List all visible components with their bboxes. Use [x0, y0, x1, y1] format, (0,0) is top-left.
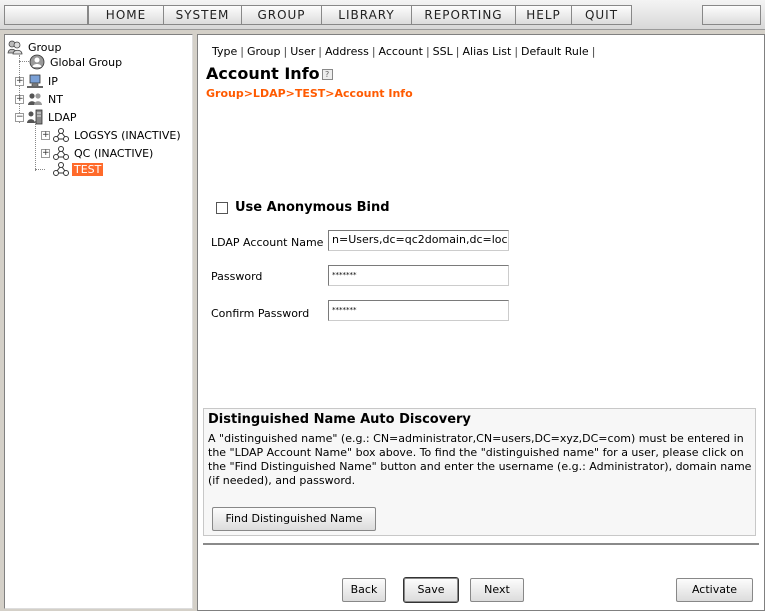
- account-name-label: LDAP Account Name: [211, 236, 324, 249]
- tree-label-logsys: LOGSYS (INACTIVE): [74, 128, 181, 142]
- ldap-node-icon: [53, 128, 69, 142]
- ldap-node-icon: [53, 146, 69, 160]
- tree-label-nt: NT: [48, 92, 63, 106]
- tree-node-group[interactable]: Group: [7, 39, 64, 55]
- tree-label-test: TEST: [72, 162, 104, 176]
- users-group-icon: [7, 40, 23, 55]
- tab-group[interactable]: Group: [245, 45, 283, 58]
- tab-address[interactable]: Address: [323, 45, 371, 58]
- dn-discovery-title: Distinguished Name Auto Discovery: [208, 412, 471, 427]
- tree-node-ldap[interactable]: LDAP: [27, 109, 79, 125]
- tree-connector: [35, 169, 45, 170]
- tree-label-qc: QC (INACTIVE): [74, 146, 154, 160]
- tree-node-qc[interactable]: QC (INACTIVE): [53, 145, 155, 161]
- tree-node-logsys[interactable]: LOGSYS (INACTIVE): [53, 127, 183, 143]
- menu-library[interactable]: LIBRARY: [322, 5, 412, 25]
- tab-default-rule[interactable]: Default Rule: [519, 45, 591, 58]
- tree-node-nt[interactable]: NT: [27, 91, 65, 107]
- expand-toggle-ip[interactable]: +: [15, 77, 24, 86]
- expand-toggle-nt[interactable]: +: [15, 95, 24, 104]
- menu-spacer-right: [702, 5, 761, 25]
- confirm-password-label: Confirm Password: [211, 307, 310, 320]
- menu-home[interactable]: HOME: [88, 5, 164, 25]
- dn-discovery-panel: Distinguished Name Auto Discovery A "dis…: [203, 408, 756, 536]
- anonymous-bind-checkbox[interactable]: [216, 201, 228, 214]
- tree-node-global-group[interactable]: Global Group: [29, 54, 124, 70]
- tab-strip: Type | Group | User | Address | Account | SSL | Alia…: [210, 45, 596, 58]
- tab-separator: |: [371, 45, 376, 58]
- anonymous-bind-label: Use Anonymous Bind: [235, 200, 390, 215]
- tree-label-global-group: Global Group: [50, 55, 123, 69]
- expand-toggle-qc[interactable]: +: [41, 149, 50, 158]
- find-distinguished-name-button[interactable]: Find Distinguished Name: [212, 507, 376, 531]
- menu-spacer-left: [4, 5, 88, 25]
- page-title: Account Info?: [206, 64, 333, 83]
- main-menu: HOME SYSTEM GROUP LIBRARY REPORTING HELP…: [88, 5, 632, 25]
- tab-ssl[interactable]: SSL: [431, 45, 455, 58]
- confirm-password-input[interactable]: *******: [328, 300, 509, 321]
- breadcrumb: Group>LDAP>TEST>Account Info: [206, 87, 413, 100]
- tab-user[interactable]: User: [288, 45, 317, 58]
- main-panel: Type | Group | User | Address | Account | SSL | Alia…: [197, 34, 765, 611]
- activate-button[interactable]: Activate: [676, 578, 753, 602]
- tab-alias-list[interactable]: Alias List: [460, 45, 513, 58]
- top-menu-bar: HOME SYSTEM GROUP LIBRARY REPORTING HELP…: [0, 0, 765, 30]
- menu-system[interactable]: SYSTEM: [164, 5, 242, 25]
- page-title-text: Account Info: [206, 64, 320, 83]
- tree-node-ip[interactable]: IP: [27, 73, 60, 89]
- menu-reporting[interactable]: REPORTING: [412, 5, 516, 25]
- save-button[interactable]: Save: [403, 577, 459, 603]
- ldap-account-name-input[interactable]: n=Users,dc=qc2domain,dc=local: [328, 230, 509, 251]
- tree-label-ldap: LDAP: [48, 110, 77, 124]
- tab-type[interactable]: Type: [210, 45, 239, 58]
- collapse-toggle-ldap[interactable]: −: [15, 113, 24, 122]
- global-group-icon: [29, 54, 45, 70]
- password-label: Password: [211, 270, 263, 283]
- ldap-server-icon: [27, 109, 43, 125]
- menu-quit[interactable]: QUIT: [572, 5, 632, 25]
- tree-label-ip: IP: [48, 74, 58, 88]
- next-button[interactable]: Next: [470, 578, 524, 602]
- anonymous-bind-option[interactable]: Use Anonymous Bind: [216, 200, 390, 215]
- help-icon[interactable]: ?: [321, 69, 333, 80]
- tree-label-group: Group: [28, 40, 62, 54]
- tree-node-test[interactable]: TEST: [53, 161, 104, 177]
- group-tree: Group Global Group + IP + NT − LDAP + LO…: [4, 34, 193, 609]
- expand-toggle-logsys[interactable]: +: [41, 131, 50, 140]
- tree-connector: [35, 121, 36, 171]
- dn-discovery-description: A "distinguished name" (e.g.: CN=adminis…: [208, 432, 752, 487]
- divider: [203, 543, 759, 545]
- tree-connector: [19, 61, 29, 62]
- password-input[interactable]: *******: [328, 265, 509, 286]
- tab-account[interactable]: Account: [377, 45, 425, 58]
- ldap-node-icon: [53, 162, 69, 176]
- nt-users-icon: [28, 93, 42, 105]
- tab-separator: |: [425, 45, 430, 58]
- menu-group[interactable]: GROUP: [242, 5, 322, 25]
- menu-help[interactable]: HELP: [516, 5, 572, 25]
- network-computer-icon: [27, 74, 43, 88]
- back-button[interactable]: Back: [342, 578, 386, 602]
- tab-separator: |: [591, 45, 596, 58]
